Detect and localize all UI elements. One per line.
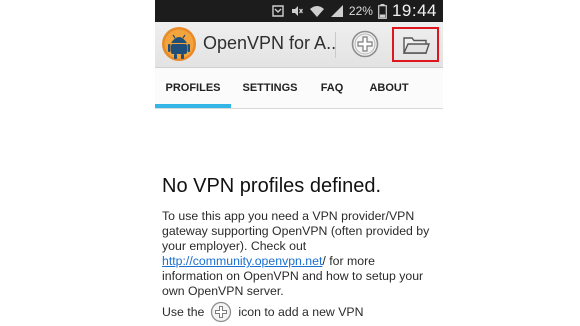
profiles-content: No VPN profiles defined. To use this app… [155,108,443,326]
hint-text-start: Use the [162,305,205,319]
action-bar: OpenVPN for A.. [155,22,443,68]
mute-icon [291,6,303,16]
battery-icon [378,3,387,19]
hint-text-end: icon to add a new VPN [238,305,364,319]
tab-settings-label: SETTINGS [242,82,298,94]
empty-state-title: No VPN profiles defined. [162,175,382,197]
openvpn-android-icon [162,27,196,61]
import-profile-button[interactable] [392,27,439,62]
phone-screen: 22% 19:44 OpenVPN for A.. PROFILES SETTI… [155,0,443,326]
status-icons: 22% 19:44 [271,0,437,22]
folder-icon [402,36,430,54]
battery-percent: 22% [348,4,373,18]
notification-icon [272,5,284,17]
status-clock: 19:44 [391,1,437,20]
tab-bar: PROFILES SETTINGS FAQ ABOUT [155,68,443,109]
status-bar: 22% 19:44 [155,0,443,22]
tab-about-label: ABOUT [369,82,409,94]
signal-icon [330,5,343,17]
add-circle-icon [211,301,232,323]
empty-state-description: To use this app you need a VPN provider/… [162,209,432,299]
tab-faq-label: FAQ [320,82,344,94]
action-bar-divider [335,32,336,58]
add-vpn-hint: Use the icon to add a new VPN [162,301,364,323]
tab-profiles-label: PROFILES [165,82,221,94]
tab-about[interactable]: ABOUT [357,68,421,108]
wifi-icon [309,6,324,17]
tab-faq[interactable]: FAQ [309,68,355,108]
tab-profiles[interactable]: PROFILES [155,68,231,108]
app-title: OpenVPN for A.. [203,33,337,53]
desc-text-start: To use this app you need a VPN provider/… [162,209,430,253]
tab-settings[interactable]: SETTINGS [233,68,307,108]
add-profile-button[interactable] [350,29,380,59]
community-link[interactable]: http://community.openvpn.net [162,254,322,268]
